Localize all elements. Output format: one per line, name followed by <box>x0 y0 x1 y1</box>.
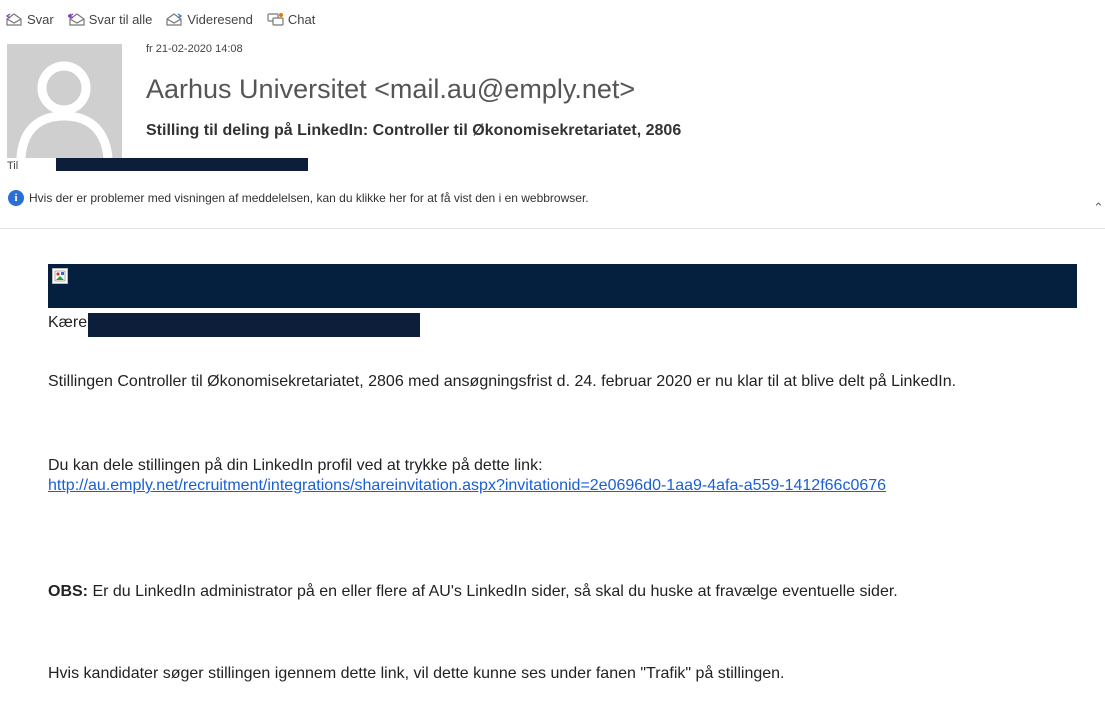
obs-text: Er du LinkedIn administrator på en eller… <box>88 583 898 600</box>
reply-button[interactable]: Svar <box>6 12 54 27</box>
view-in-browser-notice[interactable]: i Hvis der er problemer med visningen af… <box>8 190 589 206</box>
forward-icon <box>166 12 183 26</box>
broken-image-icon <box>52 268 68 284</box>
info-text: Hvis der er problemer med visningen af m… <box>29 191 589 205</box>
share-link[interactable]: http://au.emply.net/recruitment/integrat… <box>48 477 886 494</box>
reply-label: Svar <box>27 11 54 27</box>
collapse-header-icon[interactable]: ⌃ <box>1093 200 1104 216</box>
sender-avatar <box>7 44 122 158</box>
message-date: fr 21-02-2020 14:08 <box>146 43 243 55</box>
recipient-redacted <box>56 158 308 171</box>
body-paragraph-3: OBS: Er du LinkedIn administrator på en … <box>48 582 1088 602</box>
header-divider <box>0 228 1105 229</box>
body-paragraph-4: Hvis kandidater søger stillingen igennem… <box>48 665 785 682</box>
to-label: Til <box>7 160 19 172</box>
share-instruction: Du kan dele stillingen på din LinkedIn p… <box>48 457 543 474</box>
body-paragraph-2: Du kan dele stillingen på din LinkedIn p… <box>48 456 1088 496</box>
chat-icon <box>267 12 284 26</box>
reply-all-label: Svar til alle <box>88 11 153 27</box>
message-subject: Stilling til deling på LinkedIn: Control… <box>146 122 682 139</box>
forward-label: Videresend <box>187 11 253 27</box>
obs-label: OBS: <box>48 583 88 600</box>
greeting: Kære <box>48 314 87 332</box>
person-placeholder-icon <box>7 44 122 158</box>
email-banner <box>48 264 1077 308</box>
sender-name[interactable]: Aarhus Universitet <mail.au@emply.net> <box>146 74 635 105</box>
reply-all-icon <box>67 12 85 26</box>
info-icon: i <box>8 190 24 206</box>
greeting-text: Kære <box>48 314 88 331</box>
forward-button[interactable]: Videresend <box>166 12 253 27</box>
reply-icon <box>6 12 22 26</box>
recipient-name-redacted <box>88 313 420 337</box>
body-paragraph-1: Stillingen Controller til Økonomisekreta… <box>48 373 957 390</box>
message-toolbar: Svar Svar til alle Videresend Chat <box>6 9 315 29</box>
chat-button[interactable]: Chat <box>267 12 315 27</box>
chat-label: Chat <box>287 11 316 27</box>
reply-all-button[interactable]: Svar til alle <box>67 11 153 27</box>
